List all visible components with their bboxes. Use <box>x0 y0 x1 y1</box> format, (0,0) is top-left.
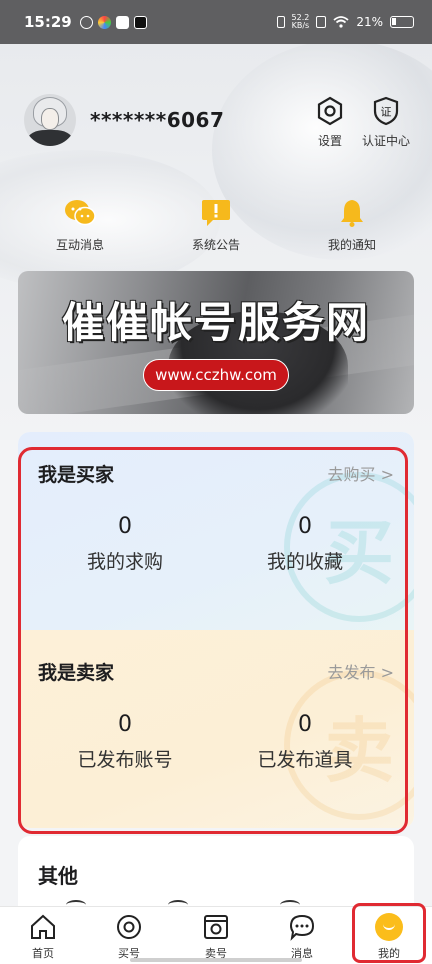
profile-header[interactable]: *******6067 <box>24 94 224 146</box>
certificate-icon-text: 证 <box>381 106 392 119</box>
published-accounts-label: 已发布账号 <box>77 749 173 771</box>
message-icon <box>289 914 315 941</box>
system-announcements-label: 系统公告 <box>191 238 240 252</box>
my-requests-stat[interactable]: 0 我的求购 <box>40 514 210 574</box>
home-icon <box>31 914 55 939</box>
network-speed: 52.2 KB/s <box>292 14 310 30</box>
seller-card: 卖 我是卖家 去发布 > 0 已发布账号 0 已发布道具 <box>18 630 414 828</box>
home-indicator <box>130 958 302 962</box>
my-requests-count: 0 <box>118 514 132 539</box>
my-favorites-label: 我的收藏 <box>266 551 343 573</box>
certification-label: 认证中心 <box>361 134 410 148</box>
mail-icon <box>115 15 129 29</box>
status-right: 52.2 KB/s 21% <box>276 14 414 30</box>
buyer-card-title: 我是买家 <box>38 464 115 486</box>
seller-card-title: 我是卖家 <box>38 662 115 684</box>
settings-button[interactable]: 设置 <box>298 96 362 149</box>
interactive-messages-label: 互动消息 <box>55 238 104 252</box>
tab-mine[interactable]: 我的 <box>359 913 419 961</box>
bell-icon <box>341 200 363 227</box>
chat-bubbles-icon <box>65 200 96 226</box>
my-favorites-count: 0 <box>298 514 312 539</box>
tab-mine-label: 我的 <box>378 947 400 960</box>
bottom-tab-bar: 首页 买号 卖号 消息 我的 <box>0 906 432 964</box>
system-announcements-button[interactable]: 系统公告 <box>166 198 266 253</box>
other-section: 其他 <box>18 836 414 916</box>
sell-account-icon <box>204 915 228 939</box>
my-favorites-stat[interactable]: 0 我的收藏 <box>220 514 390 574</box>
battery-percent: 21% <box>356 15 383 29</box>
tab-messages[interactable]: 消息 <box>272 913 332 961</box>
go-buy-link[interactable]: 去购买 > <box>328 461 395 485</box>
buyer-card: 买 我是买家 去购买 > 0 我的求购 0 我的收藏 <box>18 432 414 630</box>
status-app-icons <box>79 15 147 29</box>
go-publish-link[interactable]: 去发布 > <box>328 659 395 683</box>
network-speed-unit: KB/s <box>291 21 310 30</box>
app-notification-icon <box>79 15 93 29</box>
message-shortcuts: 互动消息 系统公告 我的通知 <box>0 198 432 258</box>
buyer-seller-cards: 买 我是买家 去购买 > 0 我的求购 0 我的收藏 卖 我是卖家 去发布 > … <box>18 432 414 828</box>
username: *******6067 <box>90 108 225 132</box>
color-app-icon <box>97 15 111 29</box>
battery-icon <box>390 16 414 28</box>
my-notifications-button[interactable]: 我的通知 <box>302 198 402 253</box>
tab-buy-account[interactable]: 买号 <box>99 913 159 961</box>
banner-url[interactable]: www.cczhw.com <box>143 359 289 391</box>
settings-label: 设置 <box>317 134 342 148</box>
status-bar: 15:29 52.2 KB/s 21% <box>0 0 432 44</box>
tiktok-icon <box>133 15 147 29</box>
promo-banner[interactable]: 催催帐号服务网 www.cczhw.com <box>18 271 414 414</box>
certification-center-button[interactable]: 证 认证中心 <box>354 96 418 149</box>
certificate-icon: 证 <box>373 96 399 126</box>
my-notifications-label: 我的通知 <box>327 238 376 252</box>
banner-title: 催催帐号服务网 <box>61 298 370 347</box>
published-items-label: 已发布道具 <box>257 749 353 771</box>
settings-icon <box>317 96 343 126</box>
tab-home[interactable]: 首页 <box>13 913 73 961</box>
no-sim-icon <box>316 16 327 28</box>
wifi-icon <box>333 16 349 28</box>
avatar[interactable] <box>24 94 76 146</box>
tab-home-label: 首页 <box>32 947 54 960</box>
tab-sell-account[interactable]: 卖号 <box>186 913 246 961</box>
published-accounts-count: 0 <box>118 712 132 737</box>
interactive-messages-button[interactable]: 互动消息 <box>30 198 130 253</box>
published-items-stat[interactable]: 0 已发布道具 <box>220 712 390 772</box>
buy-account-icon <box>117 915 141 939</box>
announcement-icon <box>202 200 230 226</box>
status-time: 15:29 <box>24 13 72 31</box>
published-items-count: 0 <box>298 712 312 737</box>
vibrate-icon <box>276 16 285 28</box>
my-requests-label: 我的求购 <box>86 551 163 573</box>
published-accounts-stat[interactable]: 0 已发布账号 <box>40 712 210 772</box>
other-section-title: 其他 <box>38 864 78 888</box>
smile-icon <box>375 913 403 941</box>
